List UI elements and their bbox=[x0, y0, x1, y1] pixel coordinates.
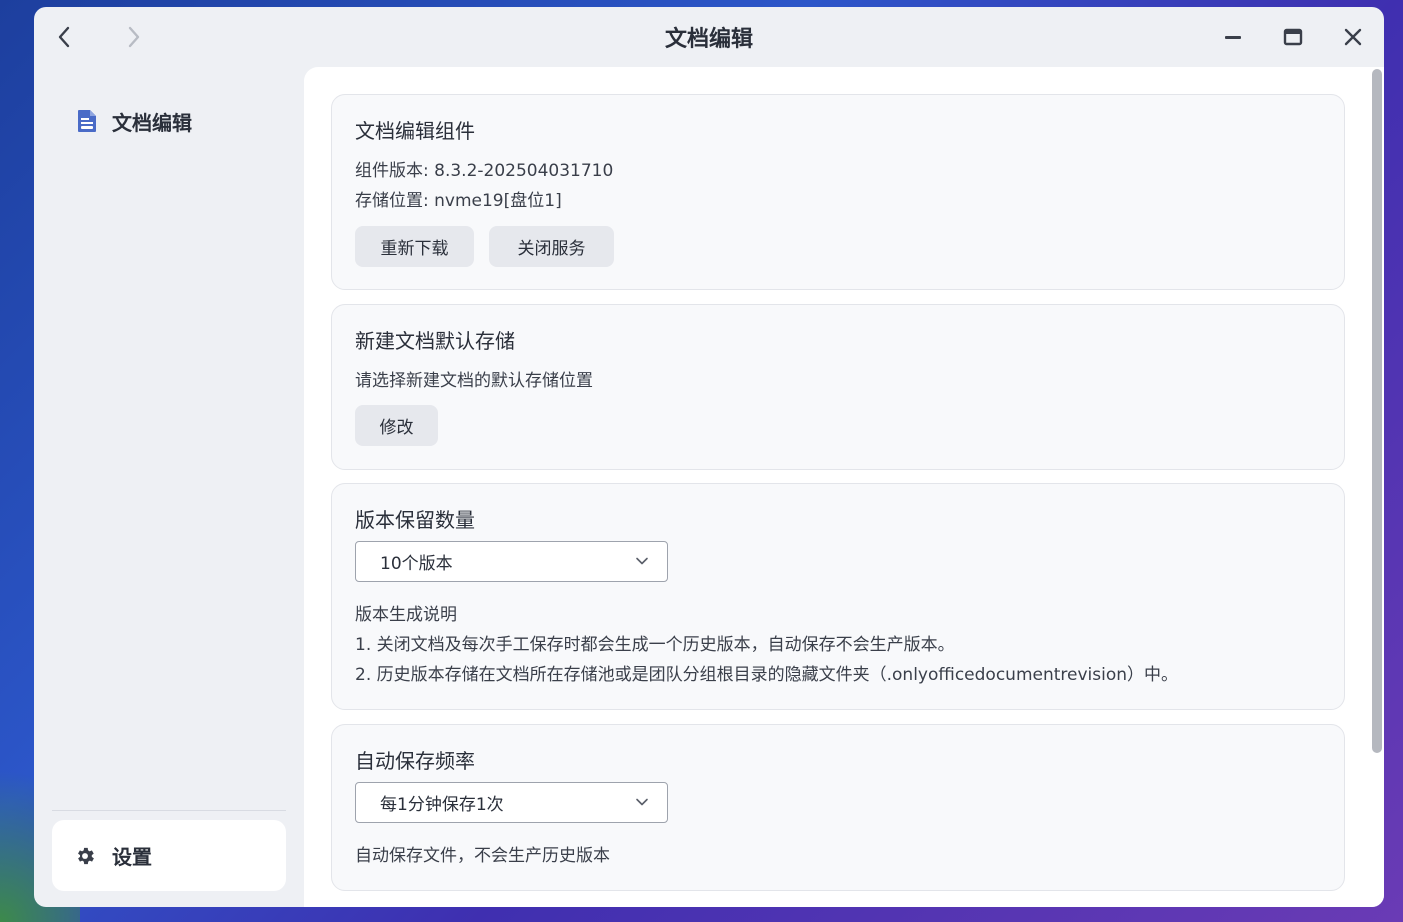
gear-icon bbox=[78, 847, 94, 864]
version-count-value: 10个版本 bbox=[380, 554, 453, 574]
scrollbar-thumb[interactable] bbox=[1372, 69, 1382, 753]
sidebar-item-document-editing[interactable]: 文档编辑 bbox=[52, 103, 286, 139]
maximize-icon bbox=[1283, 28, 1303, 46]
sidebar-divider bbox=[52, 810, 286, 811]
modify-button[interactable]: 修改 bbox=[355, 405, 438, 446]
autosave-description: 自动保存文件，不会生产历史版本 bbox=[355, 846, 610, 866]
version-note-1: 1. 关闭文档及每次手工保存时都会生成一个历史版本，自动保存不会生产版本。 bbox=[355, 635, 955, 655]
autosave-card: 自动保存频率 每1分钟保存1次 自动保存文件，不会生产历史版本 bbox=[331, 724, 1345, 891]
app-window: 文档编辑 文档编辑 设置 文档编辑组件 组件版本: 8.3.2-20250403… bbox=[34, 7, 1384, 907]
chevron-down-icon bbox=[636, 557, 648, 565]
autosave-frequency-select[interactable]: 每1分钟保存1次 bbox=[355, 782, 668, 823]
redownload-button[interactable]: 重新下载 bbox=[355, 226, 474, 267]
minimize-icon bbox=[1225, 36, 1241, 39]
document-icon bbox=[78, 110, 96, 132]
minimize-button[interactable] bbox=[1217, 21, 1249, 53]
component-title: 文档编辑组件 bbox=[355, 119, 475, 143]
maximize-button[interactable] bbox=[1277, 21, 1309, 53]
default-storage-title: 新建文档默认存储 bbox=[355, 329, 515, 353]
main-content: 文档编辑组件 组件版本: 8.3.2-202504031710 存储位置: nv… bbox=[304, 67, 1384, 907]
version-retention-title: 版本保留数量 bbox=[355, 508, 475, 532]
chevron-down-icon bbox=[636, 798, 648, 806]
window-title: 文档编辑 bbox=[664, 27, 753, 52]
default-storage-description: 请选择新建文档的默认存储位置 bbox=[355, 371, 593, 391]
component-version: 组件版本: 8.3.2-202504031710 bbox=[355, 161, 614, 181]
sidebar-item-label: 文档编辑 bbox=[112, 110, 192, 135]
close-icon bbox=[1344, 28, 1362, 46]
sidebar: 文档编辑 设置 bbox=[34, 67, 304, 907]
settings-button[interactable]: 设置 bbox=[52, 820, 286, 891]
autosave-frequency-value: 每1分钟保存1次 bbox=[380, 795, 504, 815]
version-notes-title: 版本生成说明 bbox=[355, 605, 457, 625]
version-count-select[interactable]: 10个版本 bbox=[355, 541, 668, 582]
scrollbar[interactable] bbox=[1370, 67, 1384, 907]
settings-label: 设置 bbox=[112, 845, 152, 869]
default-storage-card: 新建文档默认存储 请选择新建文档的默认存储位置 修改 bbox=[331, 304, 1345, 470]
component-card: 文档编辑组件 组件版本: 8.3.2-202504031710 存储位置: nv… bbox=[331, 94, 1345, 290]
title-bar: 文档编辑 bbox=[34, 7, 1384, 67]
close-button[interactable] bbox=[1337, 21, 1369, 53]
version-note-2: 2. 历史版本存储在文档所在存储池或是团队分组根目录的隐藏文件夹（.onlyof… bbox=[355, 665, 1179, 685]
autosave-title: 自动保存频率 bbox=[355, 749, 475, 773]
version-retention-card: 版本保留数量 10个版本 版本生成说明 1. 关闭文档及每次手工保存时都会生成一… bbox=[331, 483, 1345, 710]
stop-service-button[interactable]: 关闭服务 bbox=[489, 226, 614, 267]
component-storage-location: 存储位置: nvme19[盘位1] bbox=[355, 191, 562, 211]
